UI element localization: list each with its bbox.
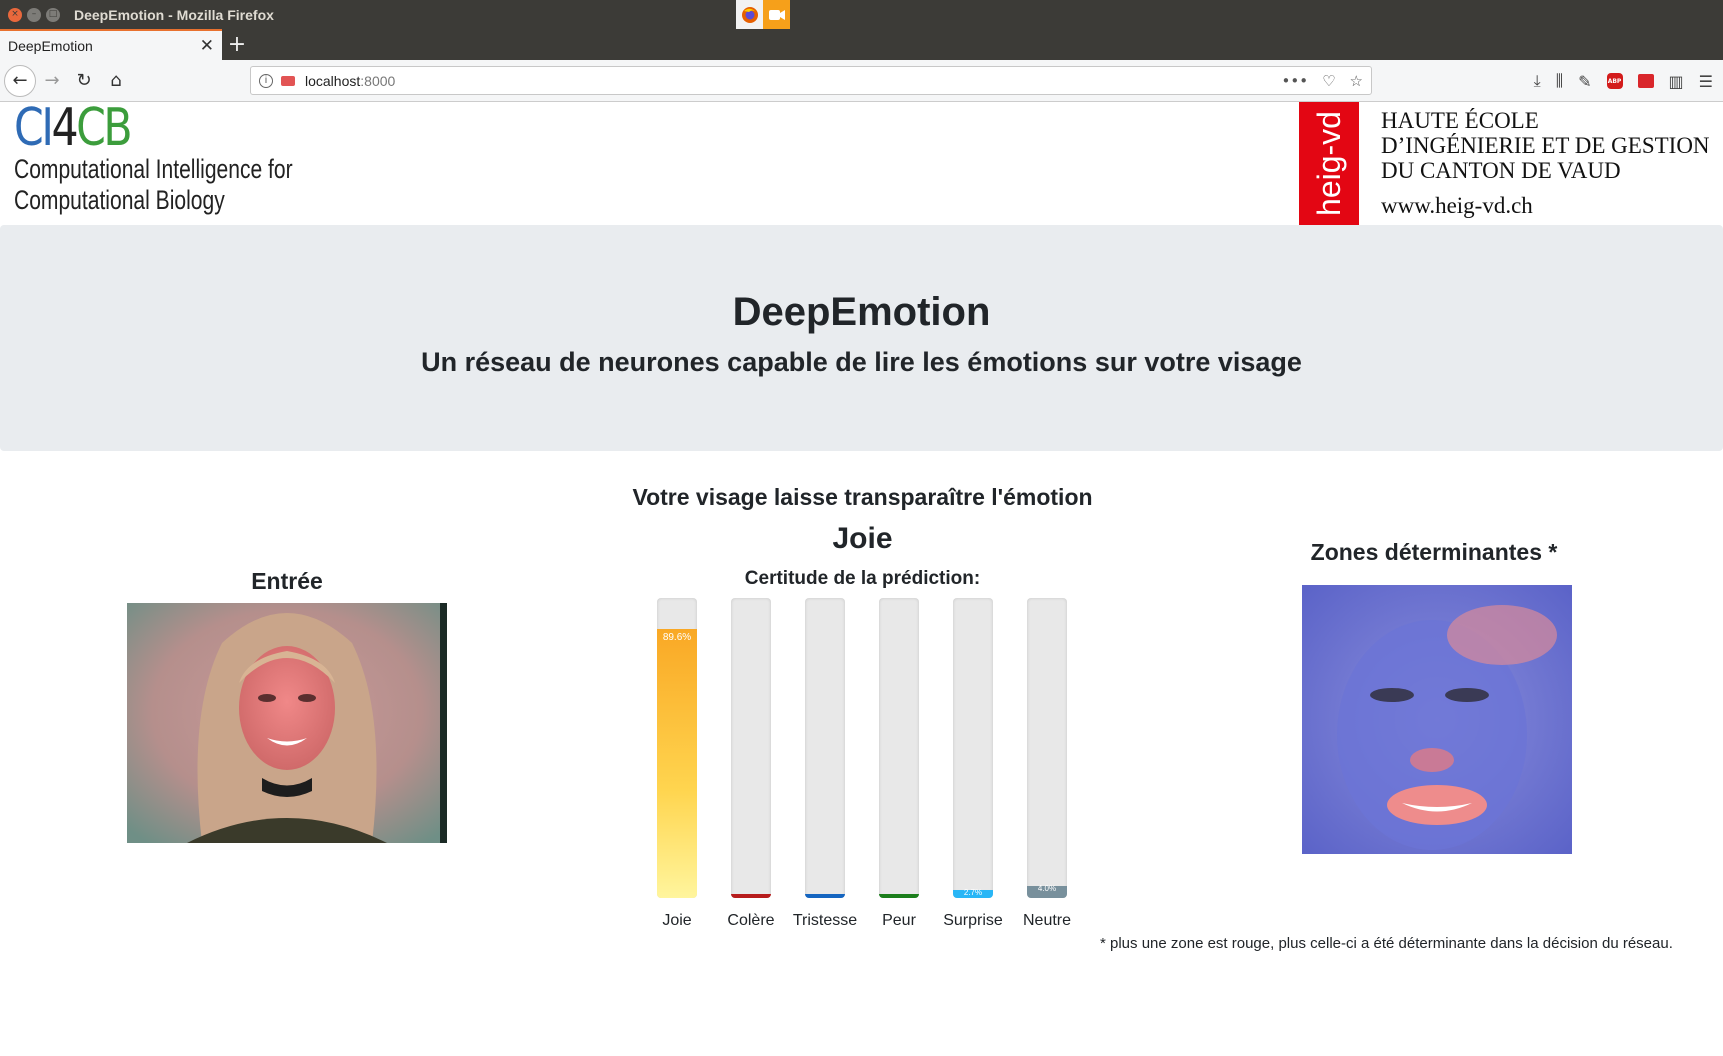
reload-button[interactable]: ↻ (68, 65, 100, 97)
prediction-bar-chart: 89.6% Joie Colère Tristesse Peur 2.7% Surprise… (640, 598, 1090, 938)
url-bar[interactable]: i localhost :8000 ••• ♡ ☆ (250, 66, 1372, 95)
camera-sharing-icon[interactable] (763, 0, 790, 29)
bar-joie: 89.6% Joie (640, 598, 710, 938)
bar-value-label: 4.0% (1037, 884, 1057, 893)
certainty-label: Certitude de la prédiction: (744, 568, 981, 589)
ci4cb-subtitle-line2: Computational Biology (14, 185, 225, 215)
heig-line2: D’INGÉNIERIE ET DE GESTION (1381, 133, 1710, 158)
page-actions-icon[interactable]: ••• (1282, 72, 1309, 90)
adblock-plus-icon[interactable]: ABP (1606, 73, 1623, 89)
menu-icon[interactable]: ☰ (1699, 72, 1713, 91)
tab-close-icon[interactable]: ✕ (200, 36, 214, 56)
bar-track (731, 598, 771, 898)
url-port: :8000 (360, 72, 396, 89)
bar-track (879, 598, 919, 898)
tab-label: DeepEmotion (8, 37, 93, 54)
bar-peur: Peur (862, 598, 932, 938)
window-minimize-button[interactable]: – (27, 7, 41, 22)
saliency-heatmap-image (1302, 585, 1572, 854)
navigation-toolbar: ← → ↻ ⌂ i localhost :8000 ••• ♡ ☆ ⤓ ⫼ ✎ … (0, 60, 1723, 102)
bar-fill: 89.6% (657, 629, 697, 898)
jumbotron: DeepEmotion Un réseau de neurones capabl… (0, 225, 1723, 451)
window-title: DeepEmotion - Mozilla Firefox (74, 6, 274, 23)
heig-url: www.heig-vd.ch (1381, 193, 1533, 218)
ci4cb-subtitle-line1: Computational Intelligence for (14, 154, 293, 184)
bar-fill (805, 894, 845, 898)
forward-button[interactable]: → (36, 65, 68, 97)
bar-fill: 4.0% (1027, 884, 1067, 898)
toolbar-extensions: ⤓ ⫼ ✎ ABP ▥ ☰ (1534, 60, 1713, 102)
sidebar-icon[interactable]: ▥ (1669, 72, 1684, 91)
firefox-icon[interactable] (736, 0, 763, 29)
camera-permission-icon[interactable] (281, 75, 295, 86)
bar-neutre: 4.0% Neutre (1010, 598, 1080, 938)
extension-icon[interactable]: ✎ (1578, 72, 1591, 91)
input-face-image (127, 603, 447, 843)
bar-track: 4.0% (1027, 598, 1067, 898)
home-button[interactable]: ⌂ (100, 65, 132, 97)
heig-school-name: HAUTE ÉCOLE D’INGÉNIERIE ET DE GESTION D… (1381, 108, 1710, 183)
red-extension-icon[interactable] (1637, 74, 1654, 88)
window-titlebar: × – □ DeepEmotion - Mozilla Firefox (0, 0, 1723, 29)
input-title: Entrée (251, 568, 323, 594)
tab-strip: DeepEmotion ✕ + (0, 29, 1723, 60)
back-button[interactable]: ← (4, 64, 36, 97)
tab-deepemotion[interactable]: DeepEmotion ✕ (0, 29, 222, 60)
downloads-icon[interactable]: ⤓ (1534, 71, 1541, 91)
heig-vd-mark: heig-vd (1310, 111, 1347, 216)
window-close-button[interactable]: × (8, 7, 22, 22)
heig-line1: HAUTE ÉCOLE (1381, 108, 1539, 133)
bar-fill: 2.7% (953, 887, 993, 898)
bookmark-star-icon[interactable]: ☆ (1350, 72, 1363, 90)
page-subtitle: Un réseau de neurones capable de lire le… (421, 347, 1302, 377)
window-maximize-button[interactable]: □ (46, 7, 60, 22)
library-icon[interactable]: ⫼ (1556, 71, 1563, 91)
result-intro: Votre visage laisse transparaître l'émot… (632, 484, 1093, 510)
bar-colère: Colère (714, 598, 784, 938)
page-title: DeepEmotion (732, 290, 991, 334)
predicted-emotion: Joie (832, 522, 893, 555)
footnote: * plus une zone est rouge, plus celle-ci… (1100, 935, 1673, 952)
window-controls: × – □ (8, 7, 60, 22)
bar-value-label: 2.7% (963, 887, 983, 897)
bar-tristesse: Tristesse (788, 598, 858, 938)
new-tab-button[interactable]: + (222, 29, 252, 60)
site-info-icon[interactable]: i (259, 73, 273, 88)
tray-icons (736, 0, 790, 29)
bar-category-label: Neutre (1022, 912, 1072, 929)
bar-fill (731, 894, 771, 898)
bar-surprise: 2.7% Surprise (936, 598, 1006, 938)
bar-track: 2.7% (953, 598, 993, 898)
ci4cb-wordmark: CI4CB (14, 98, 133, 158)
bar-track: 89.6% (657, 598, 697, 898)
zones-title: Zones déterminantes * (1310, 539, 1558, 565)
bar-track (805, 598, 845, 898)
url-host: localhost (305, 72, 361, 89)
heig-vd-logo: heig-vd (1299, 102, 1359, 225)
bar-value-label: 89.6% (662, 632, 692, 644)
ci4cb-logo: CI4CB Computational Intelligence for Com… (14, 102, 371, 216)
bar-fill (879, 894, 919, 898)
pocket-icon[interactable]: ♡ (1322, 72, 1335, 90)
heig-line3: DU CANTON DE VAUD (1381, 158, 1621, 183)
